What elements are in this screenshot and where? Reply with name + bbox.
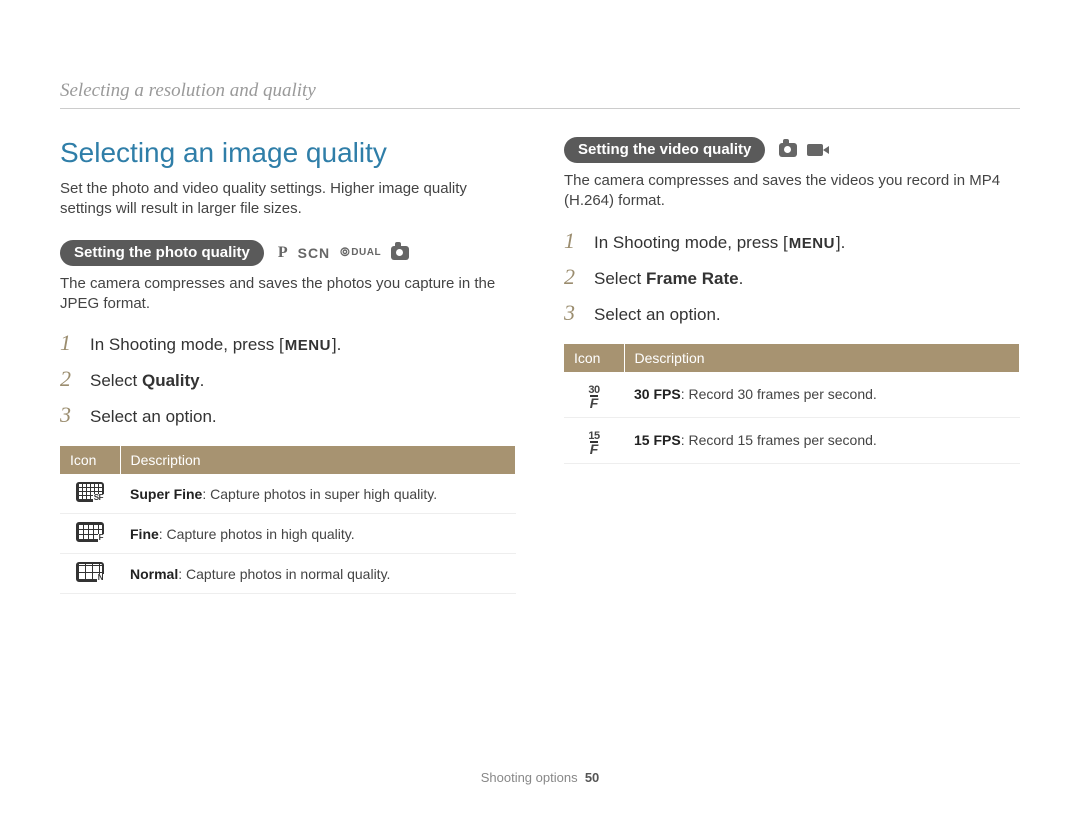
photo-intro: The camera compresses and saves the phot… (60, 274, 516, 315)
photo-steps: 1 In Shooting mode, press [MENU]. 2 Sele… (60, 330, 516, 428)
table-header-description: Description (624, 344, 1020, 372)
photo-options-table: Icon Description SF Super Fine: Capture … (60, 446, 516, 594)
table-cell-description: Super Fine: Capture photos in super high… (120, 474, 516, 514)
video-mode-icons (779, 143, 823, 157)
photo-step-2: 2 Select Quality. (60, 366, 516, 392)
video-step-2: 2 Select Frame Rate. (564, 264, 1020, 290)
table-cell-description: Fine: Capture photos in high quality. (120, 514, 516, 554)
mode-dual-icon: ⦾DUAL (340, 245, 381, 260)
quality-normal-icon: N (76, 562, 104, 582)
photo-step-3: 3 Select an option. (60, 402, 516, 428)
table-cell-description: 30 FPS: Record 30 frames per second. (624, 372, 1020, 417)
mode-video-icon (807, 144, 823, 156)
table-header-icon: Icon (60, 446, 120, 474)
table-header-icon: Icon (564, 344, 624, 372)
photo-step-1: 1 In Shooting mode, press [MENU]. (60, 330, 516, 356)
video-heading-row: Setting the video quality (564, 137, 1020, 163)
table-row: F Fine: Capture photos in high quality. (60, 514, 516, 554)
menu-badge: MENU (788, 234, 836, 254)
table-cell-description: 15 FPS: Record 15 frames per second. (624, 417, 1020, 463)
mode-camera-icon (391, 246, 409, 260)
step-text: Select Quality. (90, 370, 516, 392)
fps-15-icon: 15 F (588, 432, 599, 455)
quality-fine-icon: F (76, 522, 104, 542)
video-options-table: Icon Description 30 F 30 FPS: Record 30 … (564, 344, 1020, 464)
table-row: N Normal: Capture photos in normal quali… (60, 554, 516, 594)
footer-page-number: 50 (585, 770, 599, 785)
step-text: In Shooting mode, press [MENU]. (594, 232, 1020, 254)
main-heading: Selecting an image quality (60, 137, 516, 169)
table-row: SF Super Fine: Capture photos in super h… (60, 474, 516, 514)
left-column: Selecting an image quality Set the photo… (60, 137, 516, 594)
photo-heading-row: Setting the photo quality P SCN ⦾DUAL (60, 240, 516, 266)
video-intro: The camera compresses and saves the vide… (564, 171, 1020, 212)
intro-text: Set the photo and video quality settings… (60, 179, 516, 220)
fps-30-icon: 30 F (588, 386, 599, 409)
step-number: 1 (564, 228, 582, 254)
mode-scn-icon: SCN (298, 245, 331, 261)
table-header-description: Description (120, 446, 516, 474)
step-text: In Shooting mode, press [MENU]. (90, 334, 516, 356)
video-steps: 1 In Shooting mode, press [MENU]. 2 Sele… (564, 228, 1020, 326)
table-row: 15 F 15 FPS: Record 15 frames per second… (564, 417, 1020, 463)
table-row: 30 F 30 FPS: Record 30 frames per second… (564, 372, 1020, 417)
step-text: Select Frame Rate. (594, 268, 1020, 290)
step-number: 3 (60, 402, 78, 428)
breadcrumb: Selecting a resolution and quality (60, 80, 1020, 109)
video-step-3: 3 Select an option. (564, 300, 1020, 326)
mode-camera-icon (779, 143, 797, 157)
step-number: 1 (60, 330, 78, 356)
right-column: Setting the video quality The camera com… (564, 137, 1020, 594)
step-number: 3 (564, 300, 582, 326)
step-number: 2 (564, 264, 582, 290)
photo-quality-pill: Setting the photo quality (60, 240, 264, 266)
step-text: Select an option. (594, 304, 1020, 326)
video-quality-pill: Setting the video quality (564, 137, 765, 163)
menu-badge: MENU (284, 336, 332, 356)
footer-section: Shooting options (481, 770, 578, 785)
photo-mode-icons: P SCN ⦾DUAL (278, 244, 409, 262)
video-step-1: 1 In Shooting mode, press [MENU]. (564, 228, 1020, 254)
table-cell-description: Normal: Capture photos in normal quality… (120, 554, 516, 594)
step-text: Select an option. (90, 406, 516, 428)
mode-p-icon: P (278, 244, 288, 262)
step-number: 2 (60, 366, 78, 392)
page-footer: Shooting options 50 (0, 770, 1080, 785)
quality-superfine-icon: SF (76, 482, 104, 502)
